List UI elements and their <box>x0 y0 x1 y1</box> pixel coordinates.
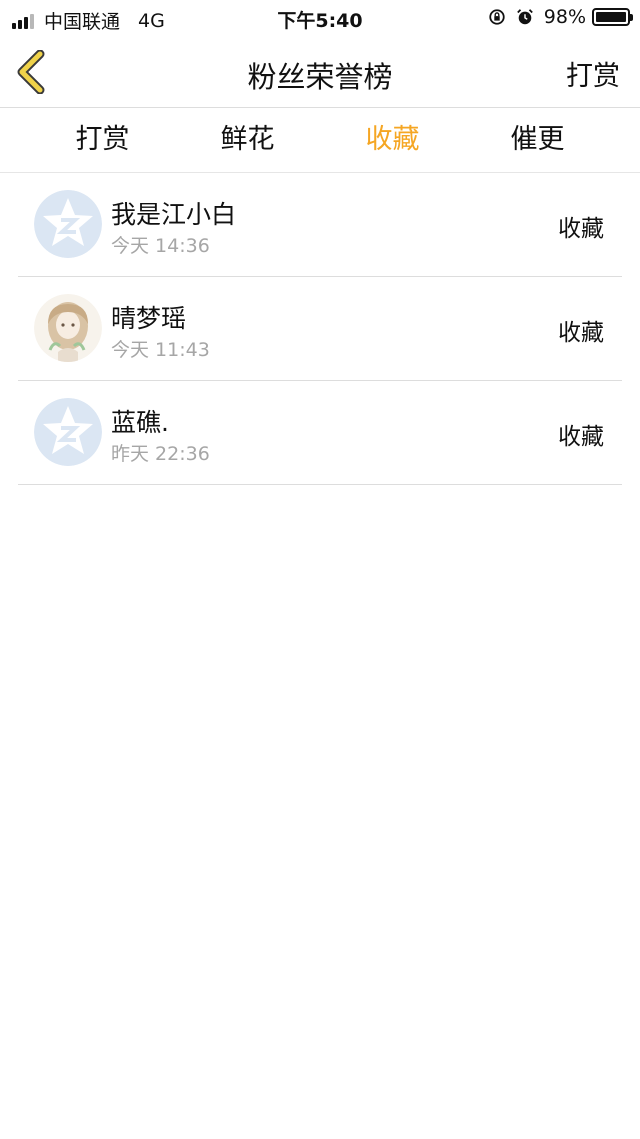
battery-percent: 98% <box>543 6 586 28</box>
fan-time: 昨天 22:36 <box>111 443 210 465</box>
rotation-lock-icon <box>489 9 505 25</box>
fan-name: 晴梦瑶 <box>111 304 187 333</box>
tab-favorites[interactable]: 收藏 <box>320 108 465 172</box>
page-title: 粉丝荣誉榜 <box>247 60 393 94</box>
fan-list: 我是江小白 今天 14:36 收藏 晴梦瑶 今天 11:43 收藏 蓝礁. 昨天… <box>18 173 622 485</box>
list-item[interactable]: 蓝礁. 昨天 22:36 收藏 <box>18 381 622 485</box>
qq-default-avatar-icon[interactable] <box>34 190 102 258</box>
qq-default-avatar-icon[interactable] <box>34 398 102 466</box>
alarm-icon <box>516 9 533 25</box>
nav-bar: 粉丝荣誉榜 打赏 <box>0 36 640 108</box>
tab-flowers[interactable]: 鲜花 <box>175 108 320 172</box>
status-bar: 中国联通 4G 下午5:40 98% <box>0 0 640 36</box>
fan-time: 今天 14:36 <box>111 235 210 257</box>
fan-name: 蓝礁. <box>111 408 169 437</box>
tab-reward[interactable]: 打赏 <box>30 108 175 172</box>
fan-name: 我是江小白 <box>111 200 237 229</box>
tab-urge-update[interactable]: 催更 <box>465 108 610 172</box>
list-item[interactable]: 我是江小白 今天 14:36 收藏 <box>18 173 622 277</box>
fan-action: 收藏 <box>558 424 604 450</box>
anime-girl-avatar-icon[interactable] <box>34 294 102 362</box>
battery-icon <box>592 8 633 26</box>
list-item[interactable]: 晴梦瑶 今天 11:43 收藏 <box>18 277 622 381</box>
fan-time: 今天 11:43 <box>111 339 210 361</box>
fan-action: 收藏 <box>558 320 604 346</box>
tab-bar: 打赏 鲜花 收藏 催更 <box>0 108 640 173</box>
reward-button[interactable]: 打赏 <box>566 54 620 93</box>
fan-action: 收藏 <box>558 216 604 242</box>
status-right: 98% <box>488 6 633 28</box>
